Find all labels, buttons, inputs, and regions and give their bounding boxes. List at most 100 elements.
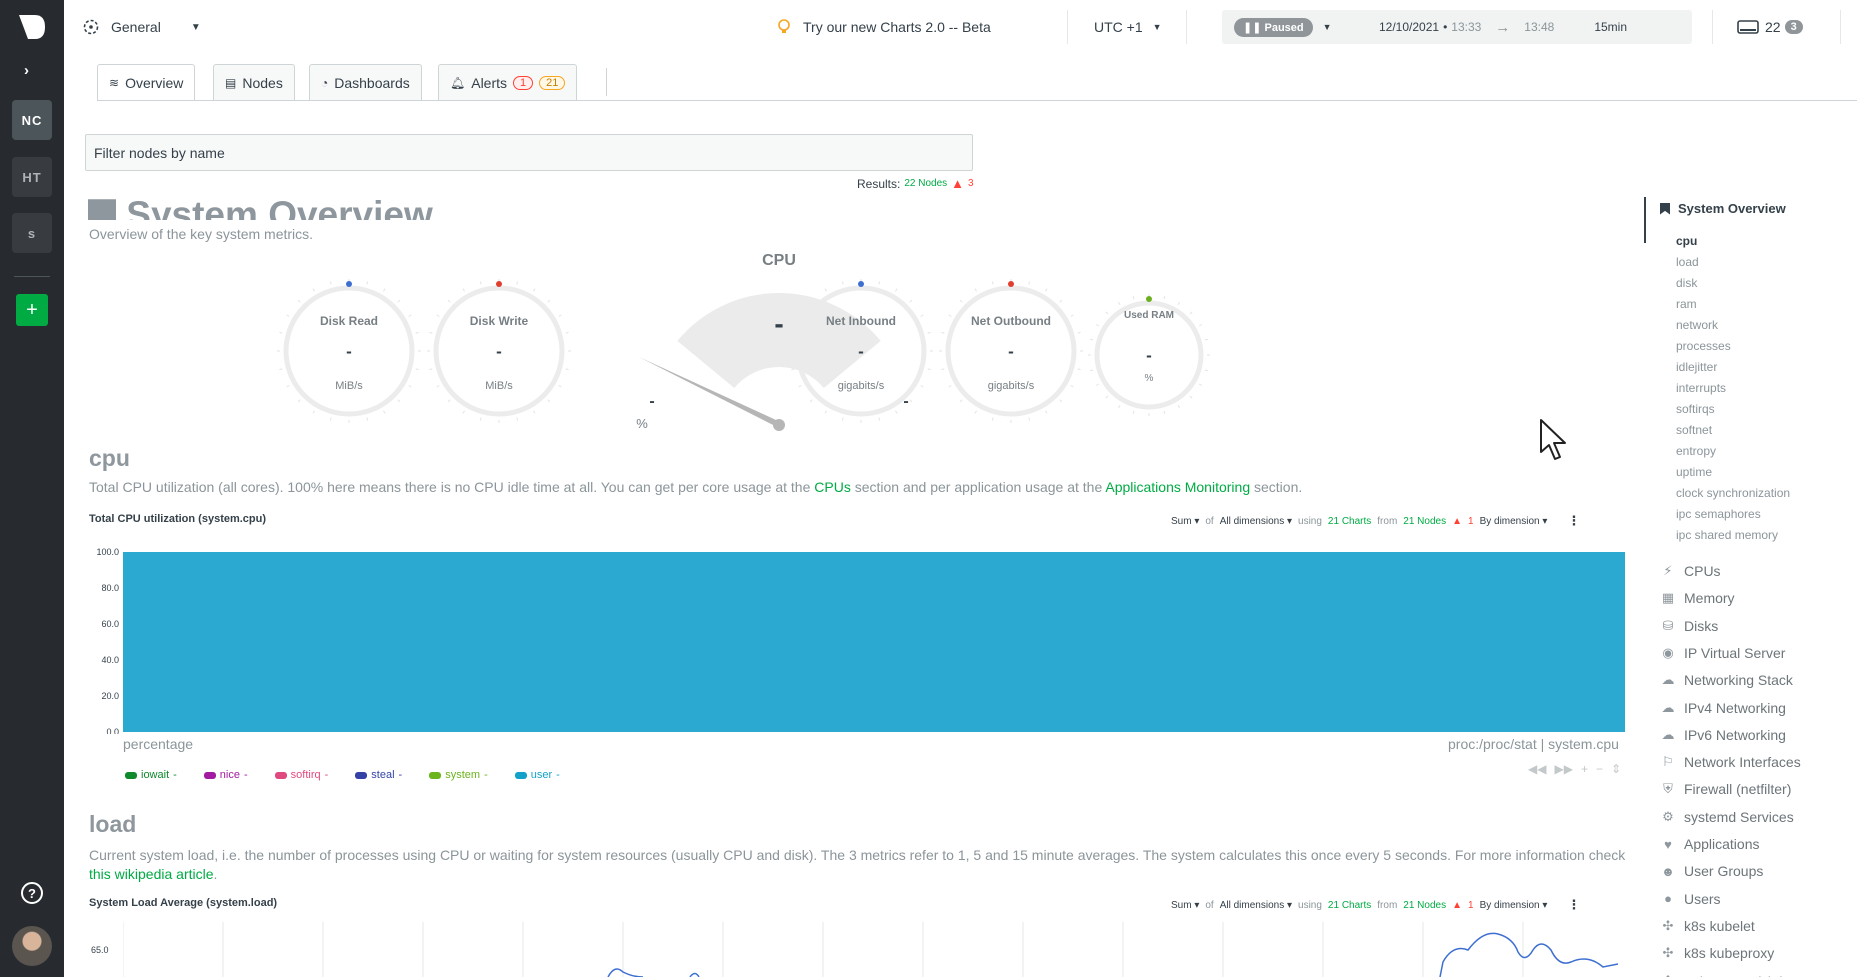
cpu-gauge-min: -: [649, 393, 655, 410]
filter-nodes-input[interactable]: Filter nodes by name: [85, 134, 973, 171]
results-nodes[interactable]: 22 Nodes: [904, 178, 947, 189]
right-nav-sub-uptime[interactable]: uptime: [1676, 465, 1712, 479]
load-chart[interactable]: [123, 922, 1623, 977]
y-tick-label: 60.0: [101, 619, 119, 629]
nodes-count[interactable]: 21 Nodes: [1403, 516, 1446, 527]
right-nav-item-firewall-netfilter-[interactable]: ⛨ Firewall (netfilter): [1660, 781, 1791, 797]
charts-count[interactable]: 21 Charts: [1328, 516, 1371, 527]
help-icon[interactable]: ?: [21, 882, 43, 904]
nodes-indicator[interactable]: 22 3: [1737, 0, 1803, 54]
dimensions-select[interactable]: All dimensions ▾: [1220, 516, 1292, 527]
legend-item-softirq[interactable]: softirq -: [274, 769, 328, 781]
cpu-section-desc: Total CPU utilization (all cores). 100% …: [89, 478, 1639, 497]
right-nav-item-label: IP Virtual Server: [1684, 644, 1786, 661]
space-nc[interactable]: NC: [12, 100, 52, 140]
wikipedia-link[interactable]: this wikipedia article: [89, 866, 214, 882]
group-by-select[interactable]: By dimension ▾: [1480, 900, 1548, 911]
space-s[interactable]: s: [12, 213, 52, 253]
zoom-out-icon[interactable]: −: [1596, 762, 1603, 776]
tab-nodes[interactable]: ▤ Nodes: [213, 64, 295, 100]
right-nav-item-ipv4-networking[interactable]: ☁ IPv4 Networking: [1660, 700, 1786, 716]
right-nav-item-ip-virtual-server[interactable]: ◉ IP Virtual Server: [1660, 645, 1785, 661]
legend-item-steal[interactable]: steal -: [355, 769, 402, 781]
charts2-promo[interactable]: Try our new Charts 2.0 -- Beta: [777, 0, 991, 54]
space-ht[interactable]: HT: [12, 157, 52, 197]
aggregation-select[interactable]: Sum ▾: [1171, 516, 1199, 527]
right-nav-sub-interrupts[interactable]: interrupts: [1676, 381, 1726, 395]
right-nav-sub-ipc-shared-memory[interactable]: ipc shared memory: [1676, 528, 1778, 542]
aggregation-select[interactable]: Sum ▾: [1171, 900, 1199, 911]
gauge-value: -: [346, 342, 352, 361]
apps-monitoring-link[interactable]: Applications Monitoring: [1105, 479, 1250, 495]
right-nav-item-k8s-kubelet[interactable]: ✣ k8s kubelet: [1660, 918, 1755, 934]
right-nav-item-applications[interactable]: ♥ Applications: [1660, 836, 1759, 852]
results-alerts[interactable]: 3: [968, 178, 974, 189]
header-divider: [1186, 10, 1187, 44]
dimensions-select[interactable]: All dimensions ▾: [1220, 900, 1292, 911]
right-nav-sub-clock-synchronization[interactable]: clock synchronization: [1676, 486, 1790, 500]
right-nav-sub-disk[interactable]: disk: [1676, 276, 1697, 290]
tab-alerts[interactable]: 🔔︎ Alerts 1 21: [438, 64, 578, 100]
avatar[interactable]: [12, 926, 52, 966]
right-nav-item-networking-stack[interactable]: ☁ Networking Stack: [1660, 672, 1793, 688]
right-nav-sub-softirqs[interactable]: softirqs: [1676, 402, 1715, 416]
group-by-select[interactable]: By dimension ▾: [1480, 516, 1548, 527]
tab-dashboards[interactable]: ◔ Dashboards: [309, 64, 422, 100]
paused-badge[interactable]: ❚❚ Paused: [1234, 17, 1313, 37]
pan-right-icon[interactable]: ▶▶: [1554, 762, 1572, 776]
more-options-icon[interactable]: ⋮: [1567, 897, 1580, 913]
right-nav-sub-idlejitter[interactable]: idlejitter: [1676, 360, 1717, 374]
tab-overview[interactable]: ≋ Overview: [97, 64, 196, 101]
right-nav-item-ipv6-networking[interactable]: ☁ IPv6 Networking: [1660, 727, 1786, 743]
right-nav-sub-load[interactable]: load: [1676, 255, 1699, 269]
right-nav-item-network-interfaces[interactable]: ⚐ Network Interfaces: [1660, 754, 1801, 770]
gauge-tick: [479, 281, 482, 285]
gauge-tick: [878, 281, 881, 285]
right-nav-item-k8s-kubeproxy[interactable]: ✣ k8s kubeproxy: [1660, 945, 1775, 961]
date-label: 12/10/2021: [1379, 20, 1440, 34]
right-nav-sub-softnet[interactable]: softnet: [1676, 423, 1712, 437]
right-nav-sub-processes[interactable]: processes: [1676, 339, 1731, 353]
cpu-chart[interactable]: 100.080.060.040.020.00.013:34:0013:35:00…: [85, 538, 1625, 734]
legend-item-system[interactable]: system -: [429, 769, 488, 781]
nodes-count[interactable]: 21 Nodes: [1403, 900, 1446, 911]
more-options-icon[interactable]: ⋮: [1567, 513, 1580, 529]
add-space-button[interactable]: +: [16, 294, 48, 326]
right-nav-sub-network[interactable]: network: [1676, 318, 1718, 332]
right-nav-item-label: Users: [1684, 890, 1721, 907]
chart-alerts[interactable]: 1: [1468, 516, 1474, 527]
pan-left-icon[interactable]: ◀◀: [1528, 762, 1546, 776]
gauge-tick: [1204, 369, 1209, 372]
gauge-tick: [479, 417, 482, 421]
right-nav-sub-ipc-semaphores[interactable]: ipc semaphores: [1676, 507, 1761, 521]
right-nav-item-memory[interactable]: ▦ Memory: [1660, 590, 1735, 606]
gauge-tick: [329, 281, 332, 285]
right-nav-item-user-groups[interactable]: ☻ User Groups: [1660, 863, 1763, 879]
gauge-tick: [383, 288, 386, 292]
legend-item-nice[interactable]: nice -: [203, 769, 248, 781]
cpus-link[interactable]: CPUs: [814, 479, 851, 495]
right-nav-sub-cpu[interactable]: cpu: [1676, 234, 1697, 248]
right-nav-sub-entropy[interactable]: entropy: [1676, 444, 1716, 458]
legend-item-iowait[interactable]: iowait -: [125, 769, 177, 781]
playback-control[interactable]: ❚❚ Paused ▼: [1234, 0, 1332, 54]
room-selector[interactable]: General ▼: [83, 0, 201, 54]
gauge-tick: [1198, 324, 1203, 327]
timezone-selector[interactable]: UTC +1 ▼: [1094, 0, 1162, 54]
right-nav-item-cpus[interactable]: ⚡ CPUs: [1660, 563, 1720, 579]
right-nav-item-disks[interactable]: ⛁ Disks: [1660, 618, 1719, 634]
zoom-in-icon[interactable]: +: [1581, 762, 1588, 776]
chart-alerts[interactable]: 1: [1468, 900, 1474, 911]
expand-icon[interactable]: ›: [24, 62, 29, 79]
right-nav-item-kubernetes-dcbda642-4c3b-11ea-b701-[interactable]: ✣ Kubernetes dcbda642-4c3b-11ea-b701-: [1660, 973, 1834, 977]
resize-icon[interactable]: ⇕: [1611, 762, 1621, 776]
legend-item-user[interactable]: user -: [514, 769, 560, 781]
critical-alerts-badge: 1: [513, 75, 534, 90]
right-nav-sub-ram[interactable]: ram: [1676, 297, 1697, 311]
charts-count[interactable]: 21 Charts: [1328, 900, 1371, 911]
time-range[interactable]: 12/10/2021 • 13:33 → 13:48 15min: [1379, 0, 1627, 54]
right-nav-system-overview[interactable]: System Overview: [1660, 201, 1786, 216]
right-nav-item-users[interactable]: ● Users: [1660, 891, 1721, 907]
right-nav-item-systemd-services[interactable]: ⚙ systemd Services: [1660, 809, 1794, 825]
netdata-logo[interactable]: [17, 13, 47, 41]
